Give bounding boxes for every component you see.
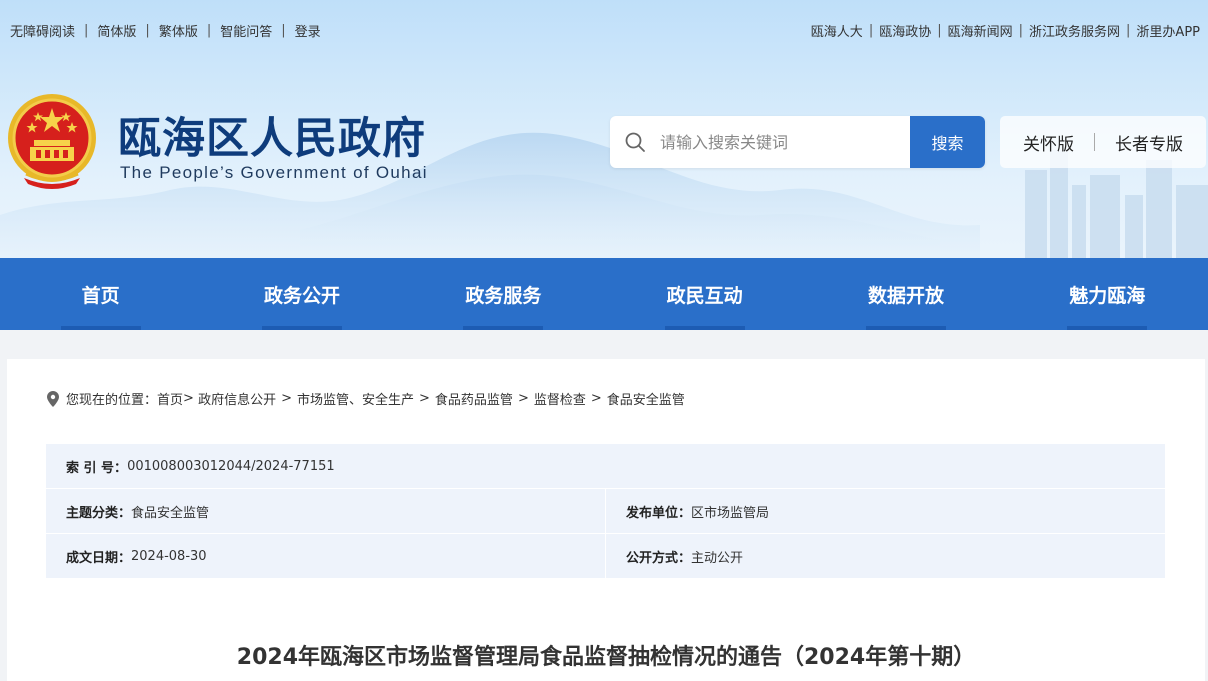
disclosure-cell: 公开方式： 主动公开 [605, 534, 1165, 578]
display-mode-switcher: 关怀版 长者专版 [1000, 116, 1206, 168]
nav-item-label: 首页 [81, 284, 120, 307]
nav-item-label: 数据开放 [867, 284, 944, 307]
search-button[interactable]: 搜索 [910, 116, 985, 168]
ouhai-cppcc-link[interactable]: 瓯海政协 [879, 21, 931, 40]
ouhai-news-link[interactable]: 瓯海新闻网 [948, 21, 1013, 40]
smart-qa-link[interactable]: 智能问答 [220, 21, 272, 40]
search-box: 搜索 [610, 116, 985, 168]
nav-item-charm-ouhai[interactable]: 魅力瓯海 [1007, 258, 1208, 330]
nav-item-label: 政务公开 [263, 284, 340, 307]
breadcrumb-food-drug[interactable]: 食品药品监管 [435, 389, 513, 408]
care-mode-button[interactable]: 关怀版 [1003, 130, 1094, 155]
disclosure-value: 主动公开 [691, 550, 744, 566]
breadcrumb-inspection[interactable]: 监督检查 [534, 389, 586, 408]
separator: | [206, 23, 212, 38]
separator: | [1126, 23, 1131, 38]
metadata-row: 主题分类： 食品安全监管 发布单位： 区市场监管局 [46, 489, 1165, 533]
nav-underline [865, 326, 946, 330]
nav-item-open-data[interactable]: 数据开放 [805, 258, 1006, 330]
search-icon [625, 132, 645, 152]
breadcrumb-separator: > [419, 391, 430, 406]
site-title: 瓯海区人民政府 [118, 114, 426, 164]
site-subtitle-english: The People’s Government of Ouhai [120, 163, 428, 182]
metadata-row: 成文日期： 2024-08-30 公开方式： 主动公开 [46, 534, 1165, 578]
top-links-right: 瓯海人大 | 瓯海政协 | 瓯海新闻网 | 浙江政务服务网 | 浙里办APP [811, 21, 1200, 40]
date-label: 成文日期： [66, 550, 132, 566]
top-links-left: 无障碍阅读 | 简体版 | 繁体版 | 智能问答 | 登录 [10, 21, 321, 40]
login-link[interactable]: 登录 [295, 21, 321, 40]
zhejiang-gov-service-link[interactable]: 浙江政务服务网 [1029, 21, 1120, 40]
site-header: 无障碍阅读 | 简体版 | 繁体版 | 智能问答 | 登录 瓯海人大 | 瓯海政… [0, 0, 1208, 258]
main-nav: 首页 政务公开 政务服务 政民互动 数据开放 魅力瓯海 [0, 258, 1208, 330]
document-title: 2024年瓯海区市场监督管理局食品监督抽检情况的通告（2024年第十期） [236, 645, 976, 670]
national-emblem-icon [8, 94, 96, 189]
search-input[interactable] [660, 116, 910, 168]
topic-cell: 主题分类： 食品安全监管 [46, 489, 605, 533]
separator: | [868, 23, 874, 38]
document-metadata-table: 索 引 号： 001008003012044/2024-77151 主题分类： … [46, 444, 1165, 579]
breadcrumb-food-safety[interactable]: 食品安全监管 [607, 389, 685, 408]
nav-underline [261, 326, 342, 330]
publisher-label: 发布单位： [626, 505, 692, 521]
traditional-chinese-link[interactable]: 繁体版 [159, 21, 198, 40]
date-cell: 成文日期： 2024-08-30 [46, 534, 605, 578]
index-number-value: 001008003012044/2024-77151 [127, 458, 335, 474]
breadcrumb-separator: > [590, 391, 602, 406]
nav-item-label: 魅力瓯海 [1069, 284, 1146, 307]
index-number-label: 索 引 号： [66, 460, 128, 476]
nav-underline [1067, 326, 1148, 330]
breadcrumb-separator: > [517, 391, 529, 406]
location-pin-icon [47, 390, 59, 407]
nav-item-home[interactable]: 首页 [0, 258, 201, 330]
nav-underline [463, 326, 544, 330]
nav-underline [60, 326, 141, 330]
publisher-value: 区市场监管局 [691, 505, 770, 521]
index-number-cell: 索 引 号： 001008003012044/2024-77151 [46, 444, 1165, 488]
breadcrumb-prefix: 您现在的位置： [66, 393, 158, 408]
nav-item-gov-affairs-open[interactable]: 政务公开 [201, 258, 402, 330]
breadcrumb-gov-info-open[interactable]: 政府信息公开 [198, 389, 276, 408]
date-value: 2024-08-30 [131, 548, 207, 564]
nav-item-label: 政民互动 [666, 284, 743, 307]
breadcrumb-separator: > [183, 391, 194, 406]
breadcrumb-market-safety[interactable]: 市场监管、安全生产 [297, 389, 414, 408]
zheliban-app-link[interactable]: 浙里办APP [1136, 21, 1200, 40]
separator: | [1018, 23, 1024, 38]
simplified-chinese-link[interactable]: 简体版 [97, 21, 136, 40]
breadcrumb-separator: > [281, 391, 292, 406]
disclosure-label: 公开方式： [626, 550, 692, 566]
metadata-row: 索 引 号： 001008003012044/2024-77151 [46, 444, 1165, 488]
main-content: 您现在的位置： 首页 > 政府信息公开 > 市场监管、安全生产 > 食品药品监管… [7, 359, 1205, 681]
separator: | [937, 23, 942, 38]
breadcrumb: 您现在的位置： 首页 > 政府信息公开 > 市场监管、安全生产 > 食品药品监管… [47, 389, 685, 408]
separator: | [84, 23, 89, 38]
separator: | [281, 23, 286, 38]
separator: | [145, 23, 150, 38]
accessibility-link[interactable]: 无障碍阅读 [10, 21, 75, 40]
nav-item-gov-services[interactable]: 政务服务 [403, 258, 604, 330]
nav-item-interaction[interactable]: 政民互动 [604, 258, 805, 330]
ouhai-npc-link[interactable]: 瓯海人大 [811, 21, 863, 40]
nav-underline [664, 326, 745, 330]
breadcrumb-home[interactable]: 首页 [157, 389, 183, 408]
topic-value: 食品安全监管 [131, 505, 210, 521]
publisher-cell: 发布单位： 区市场监管局 [605, 489, 1165, 533]
topic-label: 主题分类： [66, 505, 132, 521]
elder-mode-button[interactable]: 长者专版 [1095, 130, 1203, 155]
nav-item-label: 政务服务 [465, 284, 542, 307]
